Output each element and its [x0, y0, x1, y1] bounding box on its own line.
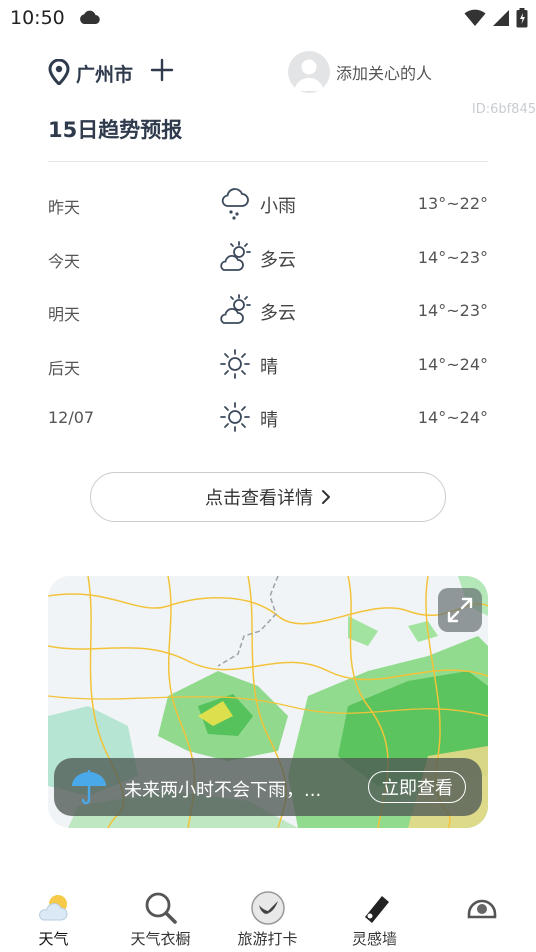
forecast-temp: 14°~23°: [417, 301, 488, 320]
weather-icon: [38, 895, 67, 921]
forecast-day: 后天: [48, 358, 81, 378]
partly-cloudy-icon: [220, 294, 251, 324]
forecast-temp: 14°~24°: [417, 354, 488, 374]
city-name[interactable]: 广州市: [76, 60, 133, 87]
view-now-button[interactable]: 立即查看: [368, 771, 466, 803]
battery-icon: [516, 8, 528, 28]
rain-cloud-icon: [221, 188, 249, 220]
forecast-desc: 晴: [260, 410, 278, 431]
forecast-row[interactable]: 12/07 晴 14°~24°: [48, 392, 488, 446]
rain-forecast-banner: 未来两小时不会下雨，... 立即查看: [54, 758, 482, 816]
fade-overlay: [386, 920, 536, 952]
tab-label: 天气: [38, 930, 69, 948]
view-details-button[interactable]: 点击查看详情: [90, 472, 446, 522]
chevron-right-icon: [322, 490, 330, 504]
cloud-status-icon: [80, 10, 100, 25]
status-bar: 10:50: [0, 0, 536, 36]
wifi-icon: [464, 9, 486, 26]
forecast-temp: 14°~23°: [417, 247, 488, 267]
travel-bird-icon: [250, 891, 285, 925]
forecast-row[interactable]: 后天 晴 14°~24°: [48, 339, 488, 393]
rain-forecast-text: 未来两小时不会下雨，...: [124, 780, 322, 801]
expand-map-button[interactable]: [438, 588, 482, 632]
add-care-person-button[interactable]: 添加关心的人: [288, 51, 433, 93]
status-icons: [464, 8, 528, 28]
partly-cloudy-icon: [220, 240, 251, 271]
wardrobe-search-icon: [145, 892, 177, 924]
forecast-temp: 14°~24°: [417, 408, 488, 427]
person-icon: [294, 59, 324, 91]
expand-icon: [447, 597, 473, 623]
rain-radar-map[interactable]: 未来两小时不会下雨，... 立即查看: [48, 576, 488, 828]
location-pin-icon: [48, 59, 70, 85]
tab-weather[interactable]: 天气: [0, 886, 107, 952]
id-badge: ID:6bf845: [471, 102, 536, 117]
forecast-row[interactable]: 昨天 小雨 13°~22°: [48, 178, 488, 232]
tab-wardrobe[interactable]: 天气衣橱: [107, 886, 214, 952]
forecast-day: 明天: [48, 305, 81, 324]
forecast-temp: 13°~22°: [417, 194, 488, 213]
care-text: 添加关心的人: [336, 64, 433, 83]
forecast-day: 昨天: [48, 198, 81, 217]
view-details-label: 点击查看详情: [205, 488, 313, 509]
forecast-desc: 多云: [260, 249, 296, 271]
signal-icon: [493, 10, 509, 26]
status-time: 10:50: [10, 7, 65, 29]
location-header: 广州市 添加关心的人: [48, 51, 488, 93]
forecast-desc: 小雨: [260, 196, 296, 217]
forecast-desc: 晴: [260, 356, 278, 378]
add-city-icon[interactable]: [150, 58, 174, 82]
forecast-row[interactable]: 明天 多云 14°~23°: [48, 285, 488, 339]
tab-travel[interactable]: 旅游打卡: [214, 886, 321, 952]
umbrella-icon: [72, 770, 106, 805]
sun-icon: [220, 348, 250, 379]
section-title: 15日趋势预报: [48, 118, 183, 142]
forecast-desc: 多云: [260, 303, 296, 324]
divider: [48, 161, 488, 162]
forecast-row[interactable]: 今天 多云 14°~23°: [48, 232, 488, 286]
tab-label: 旅游打卡: [237, 930, 298, 948]
sun-icon: [220, 402, 250, 432]
avatar: [288, 51, 330, 93]
tab-label: 天气衣橱: [130, 930, 191, 948]
forecast-day: 12/07: [48, 408, 95, 427]
forecast-day: 今天: [48, 251, 81, 271]
forecast-list: 昨天 小雨 13°~22° 今天 多云 14°~23° 明天 多云 14°~23…: [48, 178, 488, 446]
